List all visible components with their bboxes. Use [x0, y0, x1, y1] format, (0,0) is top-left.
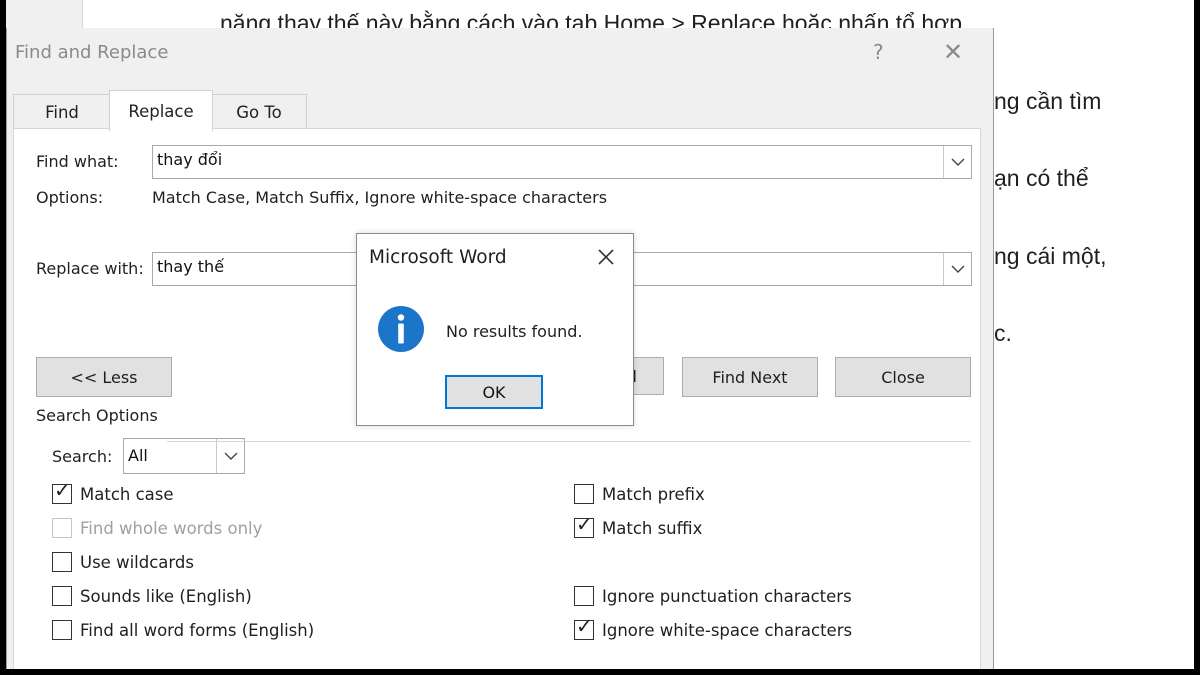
info-icon — [377, 305, 425, 353]
screen: năng thay thế này bằng cách vào tab Home… — [6, 0, 1194, 669]
ignore-white-space-label: Ignore white-space characters — [602, 621, 853, 640]
search-options-heading: Search Options — [36, 406, 158, 425]
sounds-like-checkbox[interactable] — [52, 586, 72, 606]
message-title: Microsoft Word — [369, 247, 507, 268]
chevron-down-icon[interactable] — [216, 439, 244, 473]
chevron-down-icon[interactable] — [943, 146, 971, 178]
check-icon: ✓ — [576, 512, 593, 536]
search-direction-select[interactable]: All — [123, 438, 245, 474]
less-button[interactable]: << Less — [36, 357, 172, 397]
match-suffix-label: Match suffix — [602, 519, 703, 538]
document-line-5: c. — [994, 320, 1012, 346]
dialog-close-button[interactable]: ✕ — [943, 40, 963, 64]
search-label: Search: — [52, 447, 113, 466]
search-direction-value: All — [128, 446, 148, 465]
document-line-3: ạn có thể — [994, 165, 1089, 191]
find-what-input[interactable]: thay đổi — [152, 145, 972, 179]
options-value: Match Case, Match Suffix, Ignore white-s… — [152, 188, 608, 207]
sounds-like-label: Sounds like (English) — [80, 587, 252, 606]
chevron-down-icon[interactable] — [943, 253, 971, 285]
find-all-word-forms-label: Find all word forms (English) — [80, 621, 315, 640]
tab-goto[interactable]: Go To — [211, 94, 307, 129]
tab-goto-label: Go To — [236, 102, 282, 122]
help-button[interactable]: ? — [873, 40, 884, 64]
search-options-divider — [167, 441, 971, 442]
close-icon[interactable] — [593, 244, 619, 270]
tab-replace[interactable]: Replace — [109, 90, 213, 131]
check-icon: ✓ — [576, 614, 593, 638]
match-case-checkbox[interactable]: ✓ — [52, 480, 72, 504]
document-line-4: ng cái một, — [994, 243, 1107, 269]
document-line-2: ng cần tìm — [994, 88, 1102, 114]
ignore-punctuation-label: Ignore punctuation characters — [602, 587, 852, 606]
find-next-button[interactable]: Find Next — [682, 357, 818, 397]
tab-replace-label: Replace — [128, 101, 194, 121]
replace-with-label: Replace with: — [36, 259, 144, 278]
find-whole-words-checkbox[interactable] — [52, 518, 72, 538]
dialog-title: Find and Replace — [15, 42, 169, 63]
ok-button[interactable]: OK — [445, 375, 543, 409]
tab-find[interactable]: Find — [13, 94, 111, 129]
message-body: No results found. OK — [357, 282, 633, 425]
ignore-punctuation-checkbox[interactable] — [574, 586, 594, 606]
ignore-white-space-checkbox[interactable]: ✓ — [574, 616, 594, 640]
use-wildcards-label: Use wildcards — [80, 553, 194, 572]
find-all-word-forms-checkbox[interactable] — [52, 620, 72, 640]
find-what-label: Find what: — [36, 152, 119, 171]
document-margin — [6, 0, 83, 28]
check-icon: ✓ — [54, 478, 71, 502]
message-box: Microsoft Word No results found. OK — [356, 233, 634, 426]
options-label: Options: — [36, 188, 104, 207]
find-whole-words-label: Find whole words only — [80, 519, 263, 538]
close-button[interactable]: Close — [835, 357, 971, 397]
tab-find-label: Find — [45, 102, 79, 122]
match-case-label: Match case — [80, 485, 174, 504]
replace-with-value: thay thế — [157, 257, 225, 276]
use-wildcards-checkbox[interactable] — [52, 552, 72, 572]
match-prefix-checkbox[interactable] — [574, 484, 594, 504]
find-what-value: thay đổi — [157, 150, 223, 169]
message-text: No results found. — [446, 322, 583, 341]
match-prefix-label: Match prefix — [602, 485, 705, 504]
match-suffix-checkbox[interactable]: ✓ — [574, 514, 594, 538]
